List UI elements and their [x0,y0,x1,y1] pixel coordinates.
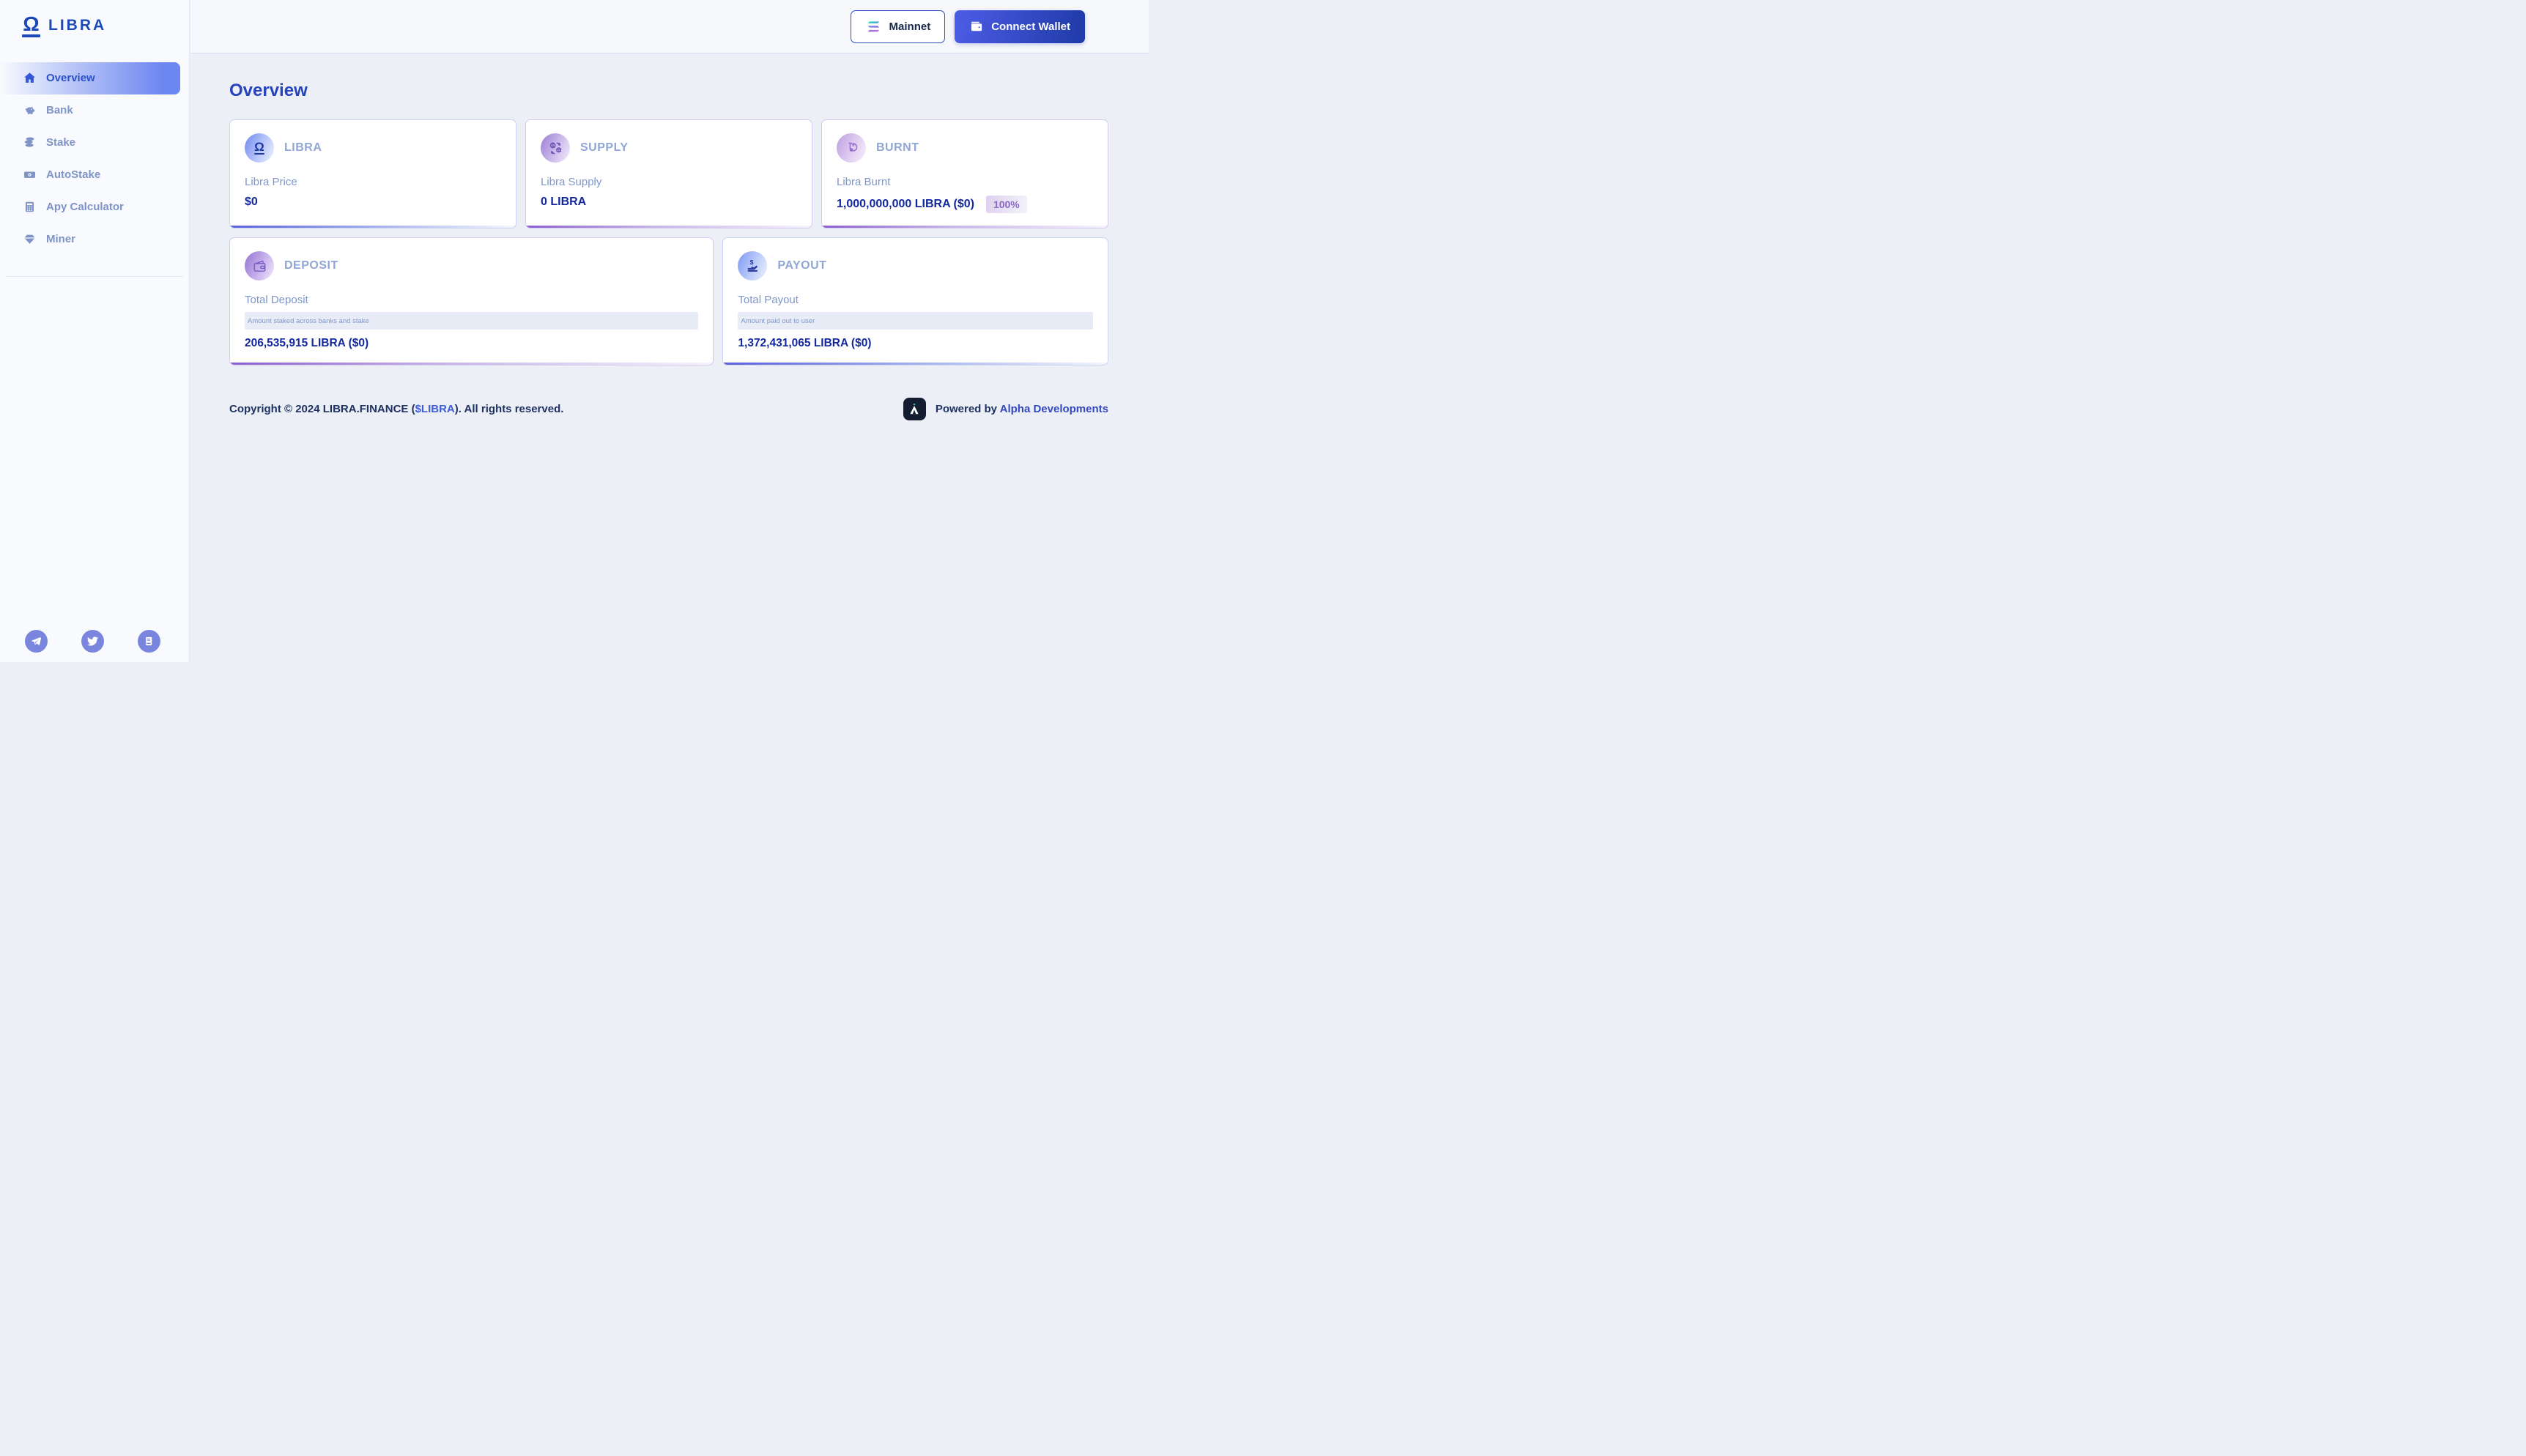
alpha-developments-link[interactable]: Alpha Developments [1000,403,1108,415]
svg-text:$: $ [750,258,754,265]
flame-icon [837,133,866,163]
home-icon [22,71,37,86]
burnt-percent-badge: 100% [986,196,1027,213]
libra-supply-value: 0 LIBRA [541,196,797,209]
copyright-prefix: Copyright © 2024 LIBRA.FINANCE ( [229,403,415,415]
card-subtitle: Total Deposit [245,294,698,306]
card-deposit: DEPOSIT Total Deposit Amount staked acro… [229,237,714,365]
payout-note: Amount paid out to user [738,312,1093,330]
card-burnt: BURNT Libra Burnt 1,000,000,000 LIBRA ($… [821,119,1108,229]
card-subtitle: Libra Price [245,176,501,188]
deposit-note: Amount staked across banks and stake [245,312,698,330]
page-title: Overview [229,81,1108,100]
connect-wallet-label: Connect Wallet [991,21,1070,33]
sidebar-divider [6,276,183,277]
powered-by: Powered by Alpha Developments [903,398,1108,420]
card-libra: Ω LIBRA Libra Price $0 [229,119,516,229]
card-accent-line [230,226,516,229]
card-header: BURNT [837,133,1093,163]
card-title: PAYOUT [777,259,826,272]
total-payout-value: 1,372,431,065 LIBRA ($0) [738,337,1093,350]
copyright-suffix: ). All rights reserved. [455,403,564,415]
total-deposit-value: 206,535,915 LIBRA ($0) [245,337,698,350]
gem-icon [22,232,37,247]
sidebar-item-overview[interactable]: Overview [0,62,180,94]
card-header: $ SUPPLY [541,133,797,163]
copyright-text: Copyright © 2024 LIBRA.FINANCE ($LIBRA).… [229,403,563,415]
libra-price-value: $0 [245,196,501,209]
sidebar-item-label: Bank [46,104,73,116]
sidebar-item-miner[interactable]: Miner [0,223,180,256]
calculator-icon [22,200,37,215]
powered-by-text: Powered by Alpha Developments [936,403,1108,415]
libra-burnt-value: 1,000,000,000 LIBRA ($0) [837,198,974,211]
sidebar-nav: Overview Bank Stake AutoStake Apy Calcul… [0,62,189,256]
omega-glyph: Ω [23,15,39,34]
sidebar-item-label: Stake [46,136,75,149]
network-button[interactable]: Mainnet [851,10,946,43]
card-header: $ PAYOUT [738,251,1093,281]
svg-text:$: $ [551,143,554,148]
card-accent-line [723,363,1108,365]
card-subtitle: Libra Burnt [837,176,1093,188]
sidebar: Ω LIBRA Overview Bank Stake [0,0,190,662]
twitter-icon[interactable] [81,630,104,653]
coins-icon [22,135,37,150]
sidebar-item-apy-calculator[interactable]: Apy Calculator [0,191,180,223]
sidebar-item-autostake[interactable]: AutoStake [0,159,180,191]
wallet-icon [969,19,984,34]
card-accent-line [526,226,812,229]
telegram-icon[interactable] [25,630,48,653]
solana-icon [865,18,882,35]
card-title: SUPPLY [580,141,629,155]
card-accent-line [822,226,1108,229]
supply-cycle-icon: $ [541,133,570,163]
sidebar-item-label: Apy Calculator [46,201,124,213]
card-subtitle: Libra Supply [541,176,797,188]
libra-omega-logo-icon: Ω [22,15,40,37]
card-header: DEPOSIT [245,251,698,281]
alpha-developments-logo-icon [903,398,926,420]
social-links [25,630,160,653]
omega-underline [22,34,40,37]
connect-wallet-button[interactable]: Connect Wallet [955,10,1085,43]
libra-token-link[interactable]: $LIBRA [415,403,455,415]
card-accent-line [230,363,713,365]
piggy-bank-icon [22,103,37,118]
money-bill-icon [22,168,37,182]
app-logo: Ω LIBRA [0,0,189,37]
sidebar-item-label: Miner [46,233,75,245]
brand-name: LIBRA [48,17,106,34]
sidebar-item-bank[interactable]: Bank [0,94,180,127]
sidebar-item-stake[interactable]: Stake [0,127,180,159]
powered-prefix: Powered by [936,403,1000,415]
card-supply: $ SUPPLY Libra Supply 0 LIBRA [525,119,812,229]
network-label: Mainnet [889,21,931,33]
sidebar-item-label: Overview [46,72,95,84]
stats-row-bottom: DEPOSIT Total Deposit Amount staked acro… [229,237,1108,365]
hand-dollar-icon: $ [738,251,767,281]
footer: Copyright © 2024 LIBRA.FINANCE ($LIBRA).… [229,398,1108,420]
card-header: Ω LIBRA [245,133,501,163]
top-bar: Mainnet Connect Wallet [190,0,1149,53]
main-content: Overview Ω LIBRA Libra Price $0 [190,53,1149,662]
wallet-outline-icon [245,251,274,281]
docs-icon[interactable] [138,630,160,653]
card-title: LIBRA [284,141,322,155]
card-subtitle: Total Payout [738,294,1093,306]
burnt-value-row: 1,000,000,000 LIBRA ($0) 100% [837,196,1093,213]
libra-omega-icon: Ω [245,133,274,163]
card-title: DEPOSIT [284,259,338,272]
card-title: BURNT [876,141,919,155]
sidebar-item-label: AutoStake [46,168,100,181]
card-payout: $ PAYOUT Total Payout Amount paid out to… [722,237,1108,365]
stats-row-top: Ω LIBRA Libra Price $0 $ [229,119,1108,229]
